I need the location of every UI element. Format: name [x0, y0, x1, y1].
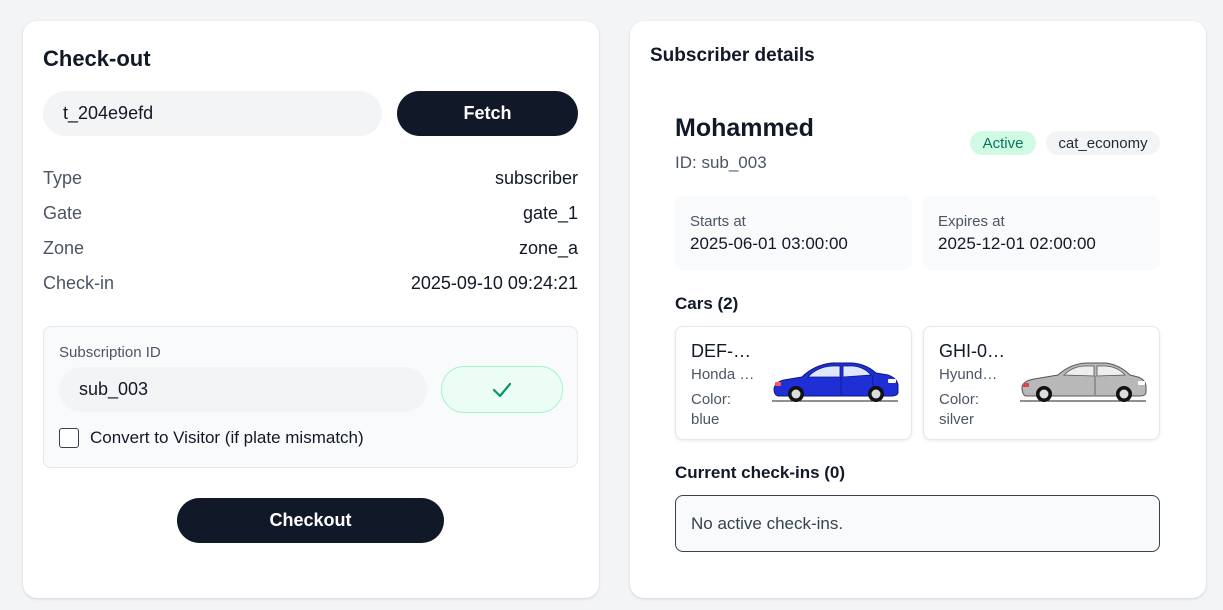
- subscription-id-label: Subscription ID: [59, 344, 161, 361]
- subscriber-details-card: Subscriber details Mohammed ID: sub_003 …: [630, 21, 1206, 598]
- starts-at-value: 2025-06-01 03:00:00: [690, 234, 848, 253]
- convert-to-visitor-label[interactable]: Convert to Visitor (if plate mismatch): [90, 428, 364, 448]
- category-badge: cat_economy: [1046, 131, 1160, 155]
- subscriber-name: Mohammed: [675, 114, 814, 142]
- info-row-gate: Gate gate_1: [43, 201, 578, 225]
- car-plate: GHI-0…: [939, 341, 1006, 361]
- status-badge: Active: [970, 131, 1036, 155]
- subscription-id-input[interactable]: sub_003: [59, 367, 427, 412]
- info-row-type: Type subscriber: [43, 166, 578, 190]
- car-color-label: Color:: [939, 391, 980, 408]
- checkout-title: Check-out: [43, 46, 151, 71]
- starts-at-box: Starts at 2025-06-01 03:00:00: [675, 196, 912, 270]
- expires-at-label: Expires at: [938, 213, 1005, 230]
- info-value: 2025-09-10 09:24:21: [410, 272, 578, 293]
- info-value: subscriber: [494, 167, 578, 188]
- car-model: Hyund…: [939, 366, 998, 383]
- expires-at-value: 2025-12-01 02:00:00: [938, 234, 1096, 253]
- car-plate: DEF-…: [691, 341, 751, 361]
- convert-to-visitor-checkbox[interactable]: [59, 428, 79, 448]
- subscriber-details-title: Subscriber details: [650, 45, 815, 66]
- info-label: Zone: [43, 237, 85, 258]
- silver-sedan-image: [1020, 362, 1147, 402]
- ticket-id-input[interactable]: t_204e9efd: [43, 91, 382, 136]
- checkout-card: Check-out t_204e9efd Fetch Type subscrib…: [23, 21, 599, 598]
- info-label: Type: [43, 167, 83, 188]
- verify-subscription-button[interactable]: [441, 366, 563, 413]
- info-row-check-in: Check-in 2025-09-10 09:24:21: [43, 271, 578, 295]
- subscription-panel: Subscription ID sub_003 Convert to Visit…: [43, 326, 578, 468]
- checkout-button[interactable]: Checkout: [177, 498, 444, 543]
- info-label: Check-in: [43, 272, 115, 293]
- car-color-value: silver: [939, 411, 975, 428]
- convert-to-visitor-row[interactable]: Convert to Visitor (if plate mismatch): [59, 428, 364, 448]
- car-color-label: Color:: [691, 391, 732, 408]
- car-card[interactable]: DEF-… Honda … Color: blue: [675, 326, 912, 440]
- blue-sedan-image: [772, 362, 899, 402]
- info-value: zone_a: [518, 237, 578, 258]
- subscriber-id: ID: sub_003: [675, 153, 767, 172]
- info-row-zone: Zone zone_a: [43, 236, 578, 260]
- info-value: gate_1: [522, 202, 578, 223]
- car-color-value: blue: [691, 411, 720, 428]
- check-icon: [492, 382, 512, 397]
- car-model: Honda …: [691, 366, 755, 383]
- starts-at-label: Starts at: [690, 213, 746, 230]
- info-label: Gate: [43, 202, 83, 223]
- expires-at-box: Expires at 2025-12-01 02:00:00: [923, 196, 1160, 270]
- cars-heading: Cars (2): [675, 294, 739, 313]
- car-card[interactable]: GHI-0… Hyund… Color: silver: [923, 326, 1160, 440]
- fetch-button[interactable]: Fetch: [397, 91, 578, 136]
- no-checkins-message: No active check-ins.: [675, 495, 1160, 552]
- current-checkins-heading: Current check-ins (0): [675, 463, 846, 482]
